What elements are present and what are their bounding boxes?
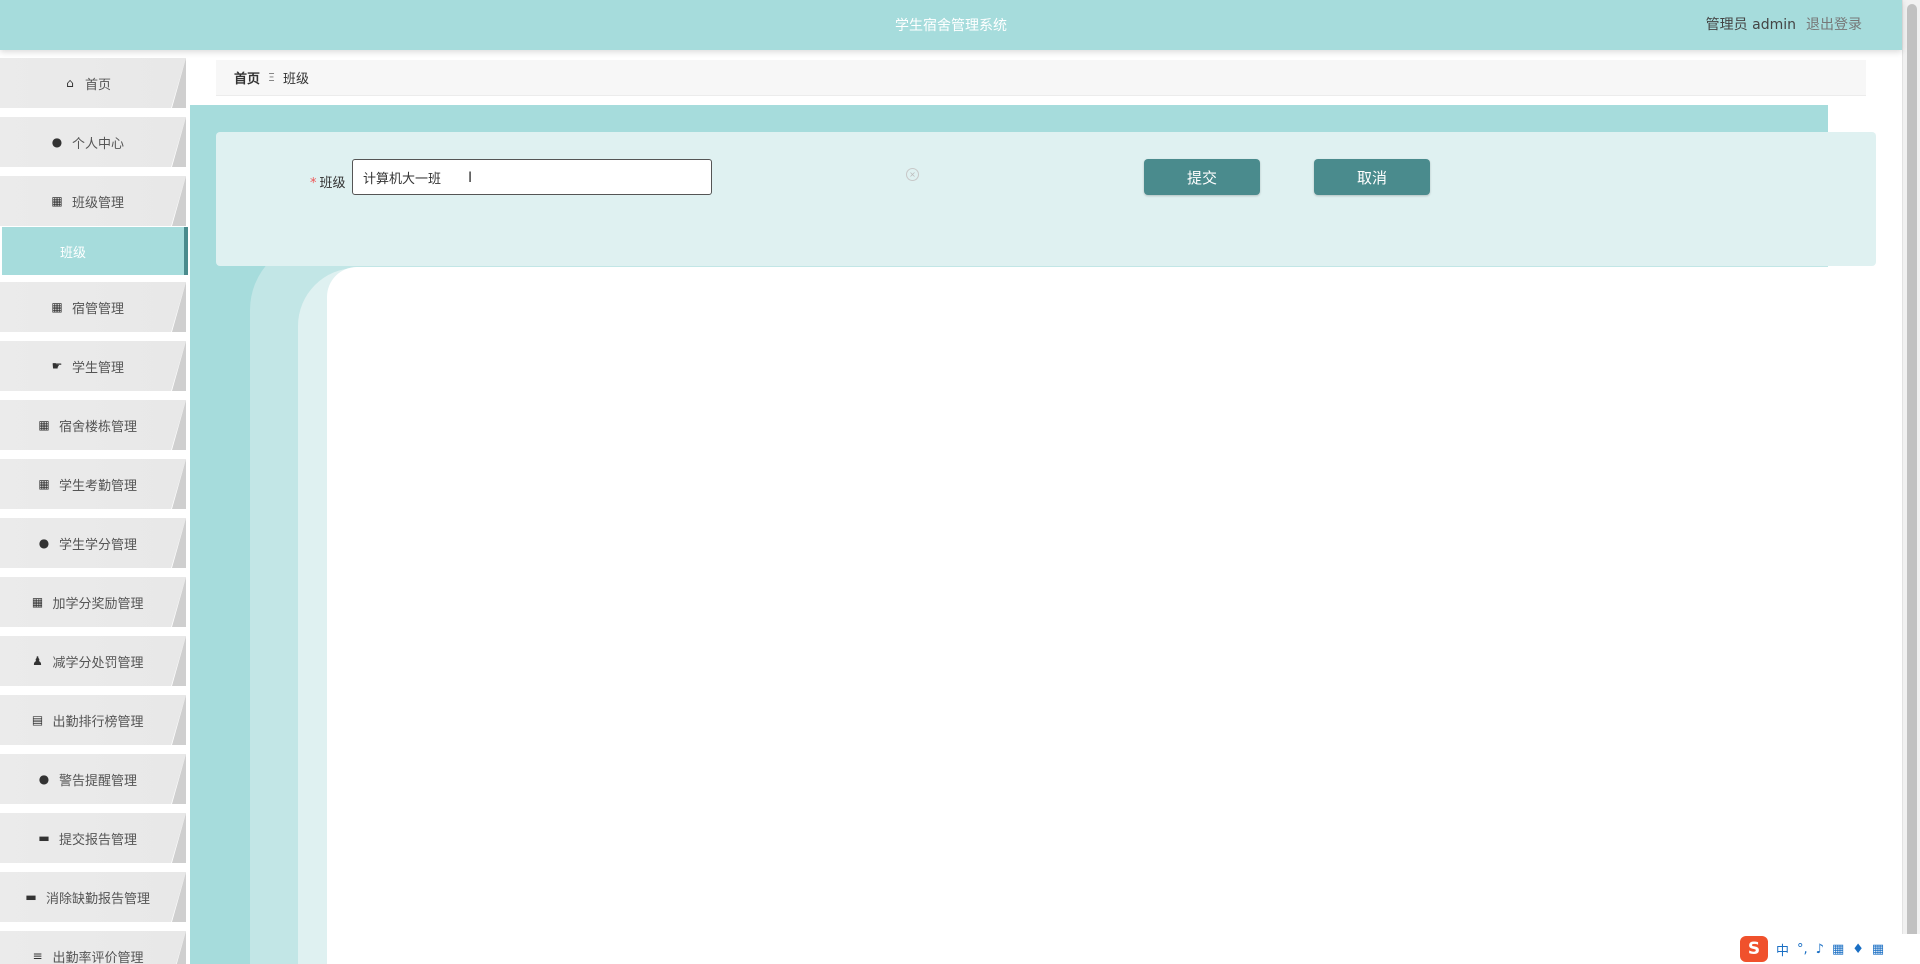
sidebar-subitem-class[interactable]: 班级 [2,227,188,275]
sidebar-item-warning[interactable]: ● 警告提醒管理 [0,754,188,804]
field-label-text: 班级 [319,176,346,191]
sidebar-item-label: 警告提醒管理 [58,773,137,789]
sogou-logo-icon[interactable]: S [1740,936,1768,962]
user-label: 管理员 admin [1705,17,1796,33]
home-icon: ⌂ [66,76,74,90]
sidebar-item-home[interactable]: ⌂ 首页 [0,58,188,108]
sidebar-item-label: 学生管理 [71,360,124,376]
print-icon: ▬ [25,890,37,904]
grid-icon: ▦ [51,194,63,208]
sidebar-item-label: 加学分奖励管理 [52,596,144,612]
sidebar-item-credits[interactable]: ● 学生学分管理 [0,518,188,568]
apps-icon[interactable]: ▦ [1872,942,1884,957]
class-input[interactable] [352,159,712,195]
sidebar-item-report[interactable]: ▬ 提交报告管理 [0,813,188,863]
sidebar-item-label: 学生学分管理 [58,537,137,553]
sidebar-item-label: 宿舍楼栋管理 [58,419,137,435]
ime-toolbar: S 中 °, ♪ ▦ ♦ ▦ [1734,934,1920,964]
sidebar-item-label: 个人中心 [71,136,124,152]
breadcrumb: 首页 Ξ 班级 [216,60,1866,96]
grid-icon: ▦ [38,477,50,491]
sidebar-item-label: 出勤排行榜管理 [52,714,144,730]
sidebar-item-attendance-rate[interactable]: ≡ 出勤率评价管理 [0,931,188,964]
scrollbar-thumb[interactable] [1907,4,1917,954]
user-area: 管理员 admin 退出登录 [1706,14,1862,34]
sidebar-item-absence-report[interactable]: ▬ 消除缺勤报告管理 [0,872,188,922]
sidebar-item-student[interactable]: ☛ 学生管理 [0,341,188,391]
user-icon: ● [51,135,63,149]
top-header: 学生宿舍管理系统 管理员 admin 退出登录 [0,0,1902,50]
sidebar-item-label: 消除缺勤报告管理 [45,891,150,907]
app-title: 学生宿舍管理系统 [895,18,1007,34]
sidebar-item-dorm-manager[interactable]: ▦ 宿管管理 [0,282,188,332]
submit-button[interactable]: 提交 [1144,159,1260,195]
breadcrumb-separator: Ξ [268,71,275,84]
cancel-button[interactable]: 取消 [1314,159,1430,195]
sidebar-item-attendance[interactable]: ▦ 学生考勤管理 [0,459,188,509]
ime-punctuation[interactable]: °, [1797,942,1808,957]
grid-icon: ▦ [51,300,63,314]
sidebar-item-attendance-ranking[interactable]: ▤ 出勤排行榜管理 [0,695,188,745]
sidebar-item-credit-reward[interactable]: ▦ 加学分奖励管理 [0,577,188,627]
bulb-icon: ● [38,536,50,550]
sidebar-item-label: 出勤率评价管理 [52,950,144,964]
logout-link[interactable]: 退出登录 [1806,14,1862,34]
grid-icon: ▦ [38,418,50,432]
sidebar-item-class-management[interactable]: ▦ 班级管理 [0,176,188,226]
vertical-scrollbar[interactable] [1902,0,1920,964]
sidebar-item-profile[interactable]: ● 个人中心 [0,117,188,167]
class-field-label: * 班级 [310,172,346,191]
microphone-icon[interactable]: ♪ [1816,942,1824,957]
required-mark: * [310,176,317,191]
sidebar: ⌂ 首页 ● 个人中心 ▦ 班级管理 班级 ▦ 宿管管理 ☛ 学生管理 ▦ 宿舍楼栋管理 ▦… [0,50,190,964]
form-panel: *班级 I × 提交 取消 [216,132,1876,266]
clear-icon[interactable]: × [906,168,919,181]
hand-icon: ☛ [51,359,63,373]
monitor-icon: ▬ [38,831,50,845]
sidebar-item-label: 班级管理 [71,195,124,211]
content-area [327,267,1828,964]
skin-icon[interactable]: ♦ [1852,942,1864,957]
sidebar-item-label: 班级 [59,245,86,261]
main-content: 首页 Ξ 班级 *班级 I × 提交 取消 [190,50,1902,964]
sliders-icon: ≡ [32,949,43,963]
sidebar-item-label: 首页 [84,77,111,93]
person-stamp-icon: ♟ [32,654,43,668]
clipboard-icon: ▤ [31,713,44,727]
sidebar-item-building[interactable]: ▦ 宿舍楼栋管理 [0,400,188,450]
breadcrumb-current: 班级 [282,72,309,87]
keyboard-icon[interactable]: ▦ [1832,942,1844,957]
sidebar-item-label: 减学分处罚管理 [52,655,144,671]
text-cursor-icon: I [468,170,473,186]
sidebar-item-label: 宿管管理 [71,301,124,317]
sidebar-item-label: 提交报告管理 [58,832,137,848]
ime-mode[interactable]: 中 [1776,940,1789,959]
grid-icon: ▦ [31,595,44,609]
breadcrumb-home[interactable]: 首页 [234,68,260,87]
person-icon: ● [38,772,50,786]
sidebar-item-credit-penalty[interactable]: ♟ 减学分处罚管理 [0,636,188,686]
sidebar-item-label: 学生考勤管理 [58,478,137,494]
